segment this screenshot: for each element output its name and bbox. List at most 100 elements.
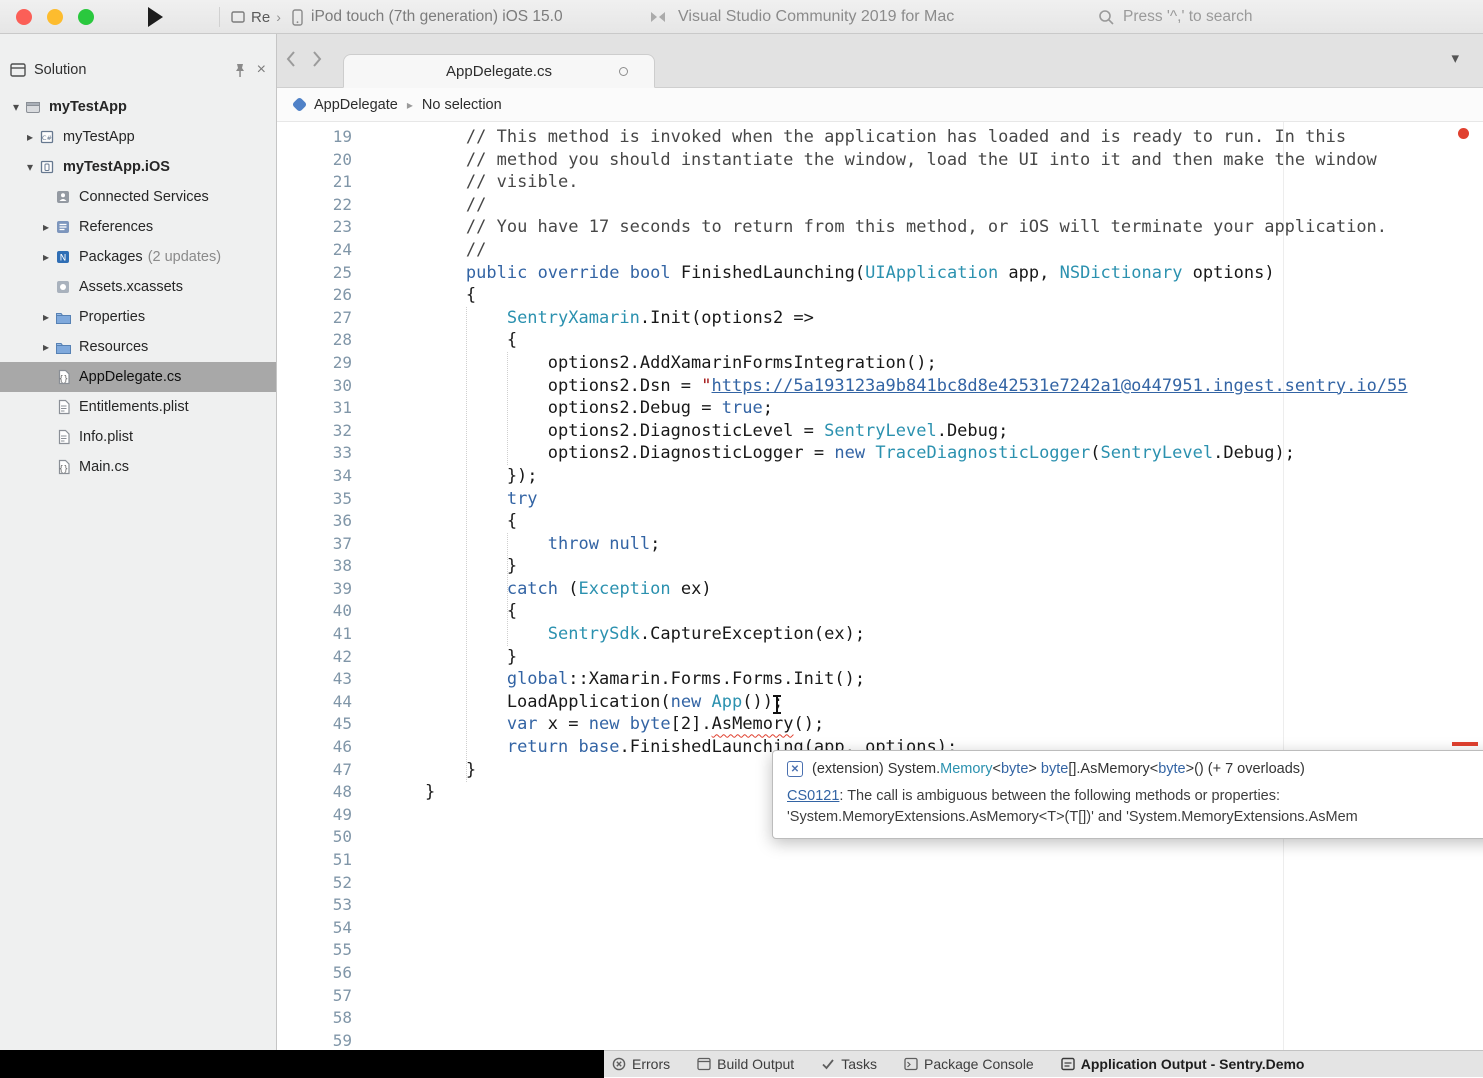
line-number-23[interactable]: 23 — [277, 216, 352, 239]
disclosure-right-icon[interactable]: ▸ — [22, 130, 38, 144]
minimize-window-button[interactable] — [47, 9, 63, 25]
tree-item-info-plist[interactable]: Info.plist — [0, 422, 276, 452]
line-number-49[interactable]: 49 — [277, 804, 352, 827]
code-line-55[interactable] — [384, 939, 1408, 962]
code-line-27[interactable]: SentryXamarin.Init(options2 => — [384, 307, 1408, 330]
line-number-53[interactable]: 53 — [277, 894, 352, 917]
tree-item-mytestapp-ios[interactable]: ▾myTestApp.iOS — [0, 152, 276, 182]
tree-item-mytestapp[interactable]: ▸C#myTestApp — [0, 122, 276, 152]
code-line-52[interactable] — [384, 872, 1408, 895]
breadcrumb-class[interactable]: AppDelegate — [314, 97, 398, 113]
code-line-34[interactable]: }); — [384, 465, 1408, 488]
line-number-22[interactable]: 22 — [277, 194, 352, 217]
code-line-43[interactable]: global::Xamarin.Forms.Forms.Init(); — [384, 668, 1408, 691]
line-number-29[interactable]: 29 — [277, 352, 352, 375]
disclosure-right-icon[interactable]: ▸ — [38, 250, 54, 264]
pin-pad-icon[interactable] — [233, 63, 247, 78]
device-selector[interactable]: iPod touch (7th generation) iOS 15.0 — [292, 0, 563, 34]
code-line-23[interactable]: // You have 17 seconds to return from th… — [384, 216, 1408, 239]
zoom-window-button[interactable] — [78, 9, 94, 25]
line-number-39[interactable]: 39 — [277, 578, 352, 601]
code-line-35[interactable]: try — [384, 488, 1408, 511]
line-number-30[interactable]: 30 — [277, 375, 352, 398]
line-number-54[interactable]: 54 — [277, 917, 352, 940]
code-line-38[interactable]: } — [384, 555, 1408, 578]
tree-item-entitlements-plist[interactable]: Entitlements.plist — [0, 392, 276, 422]
code-line-56[interactable] — [384, 962, 1408, 985]
line-number-27[interactable]: 27 — [277, 307, 352, 330]
navigate-forward-button[interactable] — [311, 50, 323, 71]
error-underlined-token[interactable]: AsMemory — [712, 714, 794, 734]
disclosure-right-icon[interactable]: ▸ — [38, 310, 54, 324]
line-number-51[interactable]: 51 — [277, 849, 352, 872]
tab-list-dropdown-icon[interactable]: ▾ — [1451, 49, 1459, 67]
line-number-57[interactable]: 57 — [277, 985, 352, 1008]
line-number-52[interactable]: 52 — [277, 872, 352, 895]
navigate-back-button[interactable] — [285, 50, 297, 71]
code-line-25[interactable]: public override bool FinishedLaunching(U… — [384, 262, 1408, 285]
code-line-57[interactable] — [384, 985, 1408, 1008]
tree-item-mytestapp[interactable]: ▾myTestApp — [0, 92, 276, 122]
code-line-36[interactable]: { — [384, 510, 1408, 533]
breadcrumb-member[interactable]: No selection — [422, 97, 502, 113]
code-line-30[interactable]: options2.Dsn = "https://5a193123a9b841bc… — [384, 375, 1408, 398]
line-number-41[interactable]: 41 — [277, 623, 352, 646]
tree-item-properties[interactable]: ▸Properties — [0, 302, 276, 332]
code-line-32[interactable]: options2.DiagnosticLevel = SentryLevel.D… — [384, 420, 1408, 443]
dock-item-application-output-sentry-demo[interactable]: Application Output - Sentry.Demo — [1061, 1056, 1305, 1072]
disclosure-right-icon[interactable]: ▸ — [38, 340, 54, 354]
code-line-58[interactable] — [384, 1007, 1408, 1030]
line-number-47[interactable]: 47 — [277, 759, 352, 782]
line-number-28[interactable]: 28 — [277, 329, 352, 352]
line-number-20[interactable]: 20 — [277, 149, 352, 172]
line-number-56[interactable]: 56 — [277, 962, 352, 985]
code-line-29[interactable]: options2.AddXamarinFormsIntegration(); — [384, 352, 1408, 375]
line-number-25[interactable]: 25 — [277, 262, 352, 285]
line-number-26[interactable]: 26 — [277, 284, 352, 307]
dsn-url-link[interactable]: https://5a193123a9b841bc8d8e42531e7242a1… — [712, 376, 1408, 396]
line-number-32[interactable]: 32 — [277, 420, 352, 443]
line-number-43[interactable]: 43 — [277, 668, 352, 691]
code-line-45[interactable]: var x = new byte[2].AsMemory(); — [384, 713, 1408, 736]
code-line-20[interactable]: // method you should instantiate the win… — [384, 149, 1408, 172]
dock-item-errors[interactable]: Errors — [612, 1056, 670, 1072]
search-field[interactable]: Press '^,' to search — [1098, 0, 1253, 34]
line-number-50[interactable]: 50 — [277, 826, 352, 849]
line-number-24[interactable]: 24 — [277, 239, 352, 262]
line-number-38[interactable]: 38 — [277, 555, 352, 578]
line-number-19[interactable]: 19 — [277, 126, 352, 149]
line-number-59[interactable]: 59 — [277, 1030, 352, 1050]
line-number-46[interactable]: 46 — [277, 736, 352, 759]
line-number-33[interactable]: 33 — [277, 442, 352, 465]
line-number-40[interactable]: 40 — [277, 600, 352, 623]
code-line-44[interactable]: LoadApplication(new App()); — [384, 691, 1408, 714]
disclosure-down-icon[interactable]: ▾ — [22, 160, 38, 174]
code-line-24[interactable]: // — [384, 239, 1408, 262]
tab-appdelegate[interactable]: AppDelegate.cs — [343, 54, 655, 88]
code-line-37[interactable]: throw null; — [384, 533, 1408, 556]
dock-item-build-output[interactable]: Build Output — [697, 1056, 794, 1072]
line-number-58[interactable]: 58 — [277, 1007, 352, 1030]
line-number-55[interactable]: 55 — [277, 939, 352, 962]
code-line-54[interactable] — [384, 917, 1408, 940]
disclosure-down-icon[interactable]: ▾ — [8, 100, 24, 114]
line-number-37[interactable]: 37 — [277, 533, 352, 556]
code-line-39[interactable]: catch (Exception ex) — [384, 578, 1408, 601]
line-number-35[interactable]: 35 — [277, 488, 352, 511]
code-line-53[interactable] — [384, 894, 1408, 917]
dock-item-package-console[interactable]: Package Console — [904, 1056, 1034, 1072]
line-number-44[interactable]: 44 — [277, 691, 352, 714]
dock-item-tasks[interactable]: Tasks — [821, 1056, 877, 1072]
tree-item-main-cs[interactable]: {}Main.cs — [0, 452, 276, 482]
line-number-31[interactable]: 31 — [277, 397, 352, 420]
scrollbar-task-marker[interactable] — [1458, 128, 1469, 139]
tree-item-connected-services[interactable]: Connected Services — [0, 182, 276, 212]
scrollbar-error-marker[interactable] — [1452, 742, 1478, 746]
line-number-34[interactable]: 34 — [277, 465, 352, 488]
error-code-link[interactable]: CS0121 — [787, 788, 839, 804]
code-line-19[interactable]: // This method is invoked when the appli… — [384, 126, 1408, 149]
tree-item-assets-xcassets[interactable]: Assets.xcassets — [0, 272, 276, 302]
code-line-21[interactable]: // visible. — [384, 171, 1408, 194]
close-pad-icon[interactable]: × — [257, 62, 266, 78]
run-button[interactable] — [148, 7, 163, 27]
